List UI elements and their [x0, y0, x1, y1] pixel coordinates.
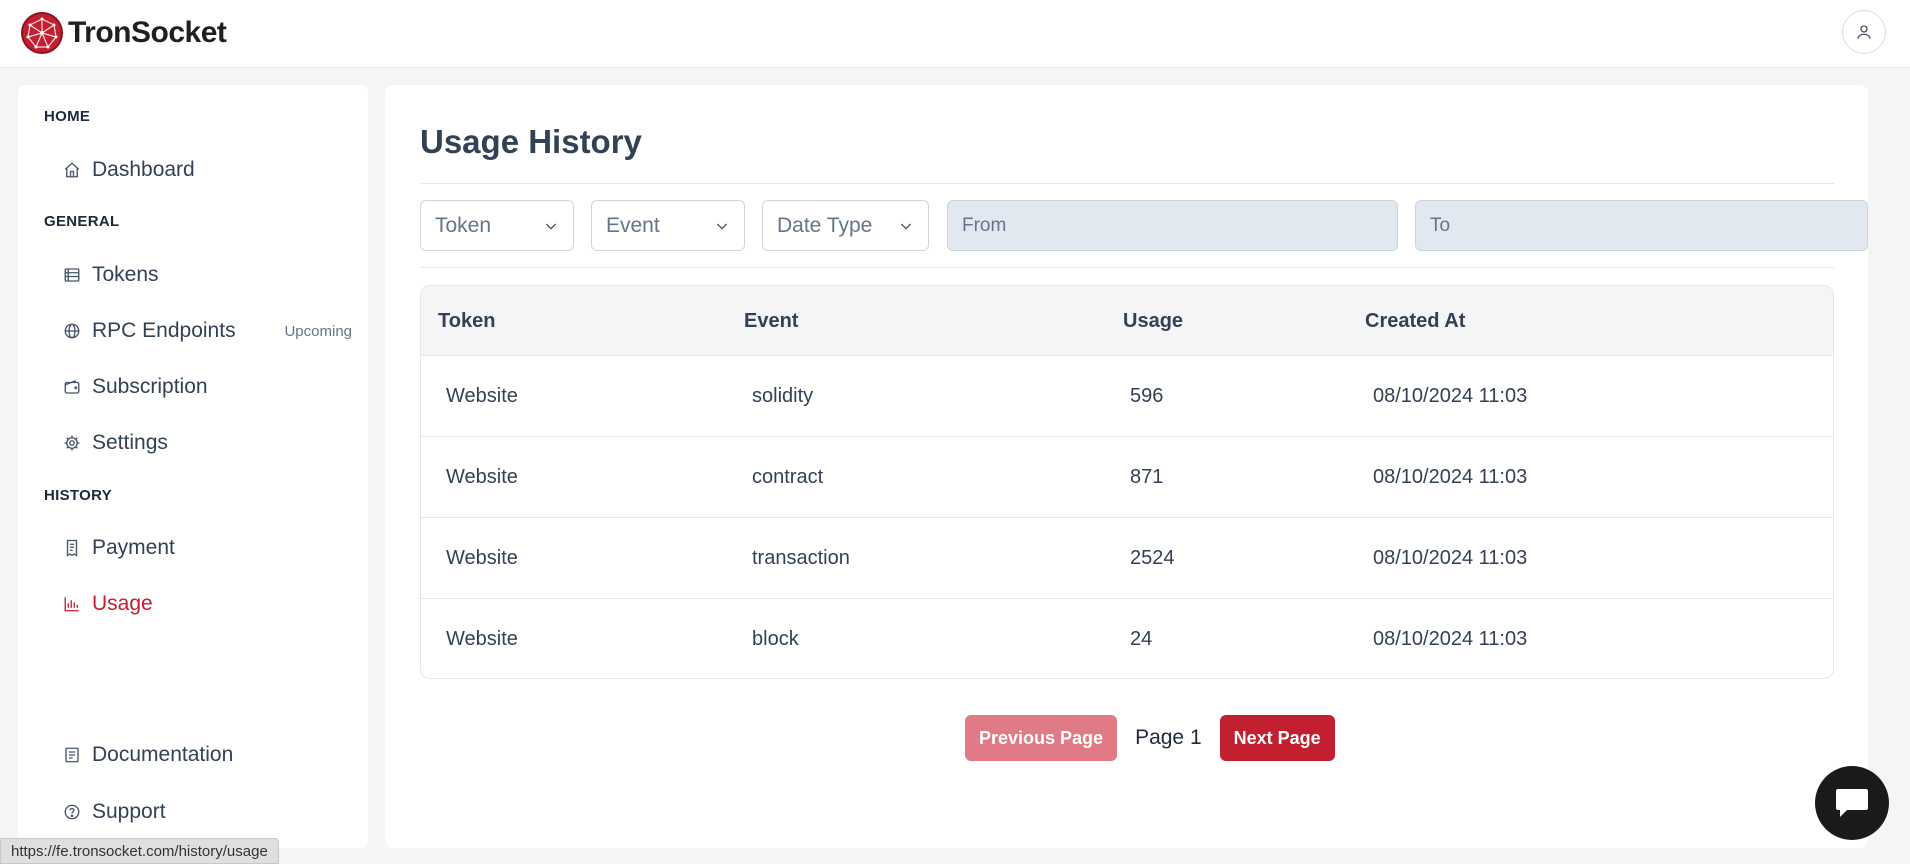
stack-icon [62, 265, 82, 285]
cell-token: Website [446, 385, 518, 407]
chevron-down-icon [545, 223, 557, 230]
divider [420, 267, 1834, 268]
select-label: Date Type [777, 213, 873, 237]
sidebar-item-label: Support [92, 800, 166, 823]
receipt-icon [62, 538, 82, 558]
cell-created-at: 08/10/2024 11:03 [1373, 385, 1528, 407]
column-header-token[interactable]: Token [438, 286, 495, 356]
to-date-input[interactable] [1415, 200, 1868, 251]
event-filter-select[interactable]: Event [591, 200, 745, 251]
main-panel: Usage History Token Event Date Type Toke… [385, 85, 1868, 848]
table-row[interactable]: Website block 24 08/10/2024 11:03 [421, 599, 1833, 678]
sidebar: HOME Dashboard GENERAL Tokens RPC Endpoi… [18, 85, 368, 848]
table-row[interactable]: Website transaction 2524 08/10/2024 11:0… [421, 518, 1833, 599]
date-type-filter-select[interactable]: Date Type [762, 200, 929, 251]
sidebar-item-dashboard[interactable]: Dashboard [62, 150, 352, 190]
help-circle-icon [62, 802, 82, 822]
sidebar-item-label: Documentation [92, 743, 234, 766]
globe-icon [62, 321, 82, 341]
brand-logo[interactable]: TronSocket [20, 11, 227, 55]
chat-bubble-icon [1836, 789, 1868, 817]
document-icon [62, 745, 82, 765]
cell-event: contract [752, 466, 824, 488]
sidebar-item-settings[interactable]: Settings [62, 423, 352, 463]
tron-logo-icon [21, 12, 63, 54]
bar-chart-icon [62, 594, 82, 614]
select-label: Token [435, 213, 492, 237]
sidebar-item-support[interactable]: Support [62, 792, 352, 832]
top-bar: TronSocket [0, 0, 1910, 68]
sidebar-item-label: Settings [92, 431, 168, 454]
section-general: GENERAL [44, 213, 120, 230]
cell-usage: 2524 [1130, 547, 1175, 569]
usage-table: Token Event Usage Created At Website sol… [420, 285, 1834, 679]
sidebar-item-label: Payment [92, 536, 175, 559]
table-header: Token Event Usage Created At [421, 286, 1833, 356]
cell-event: block [752, 628, 799, 650]
from-date-input[interactable] [947, 200, 1398, 251]
column-header-event[interactable]: Event [744, 286, 798, 356]
sidebar-item-payment[interactable]: Payment [62, 528, 352, 568]
user-menu-button[interactable] [1842, 10, 1886, 54]
home-icon [62, 160, 82, 180]
next-page-button[interactable]: Next Page [1219, 715, 1335, 761]
chevron-down-icon [716, 223, 728, 230]
sidebar-item-subscription[interactable]: Subscription [62, 367, 352, 407]
page-indicator: Page 1 [1135, 726, 1202, 749]
cell-token: Website [446, 628, 518, 650]
wallet-icon [62, 377, 82, 397]
select-label: Event [606, 213, 660, 237]
section-history: HISTORY [44, 487, 112, 504]
table-row[interactable]: Website contract 871 08/10/2024 11:03 [421, 437, 1833, 518]
cell-usage: 871 [1130, 466, 1164, 488]
column-header-usage[interactable]: Usage [1123, 286, 1183, 356]
gear-icon [62, 433, 82, 453]
sidebar-item-label: Subscription [92, 375, 208, 398]
cell-created-at: 08/10/2024 11:03 [1373, 466, 1528, 488]
divider [420, 183, 1834, 184]
sidebar-item-usage[interactable]: Usage [62, 584, 352, 624]
cell-event: transaction [752, 547, 850, 569]
upcoming-badge: Upcoming [284, 322, 352, 340]
sidebar-item-label: Usage [92, 592, 153, 615]
sidebar-item-label: Tokens [92, 263, 159, 286]
cell-token: Website [446, 547, 518, 569]
cell-token: Website [446, 466, 518, 488]
sidebar-item-documentation[interactable]: Documentation [62, 735, 352, 775]
cell-usage: 24 [1130, 628, 1153, 650]
brand-name: TronSocket [68, 16, 227, 49]
cell-event: solidity [752, 385, 814, 407]
chevron-down-icon [900, 223, 912, 230]
pagination: Previous Page Page 1 Next Page [965, 715, 1335, 761]
token-filter-select[interactable]: Token [420, 200, 574, 251]
column-header-created-at[interactable]: Created At [1365, 286, 1465, 356]
cell-usage: 596 [1130, 385, 1164, 407]
sidebar-item-tokens[interactable]: Tokens [62, 255, 352, 295]
sidebar-item-label: Dashboard [92, 158, 195, 181]
page-title: Usage History [420, 123, 642, 160]
section-home: HOME [44, 108, 91, 125]
user-icon [1857, 25, 1871, 39]
sidebar-item-label: RPC Endpoints [92, 319, 236, 342]
browser-status-url: https://fe.tronsocket.com/history/usage [0, 838, 279, 864]
cell-created-at: 08/10/2024 11:03 [1373, 547, 1528, 569]
cell-created-at: 08/10/2024 11:03 [1373, 628, 1528, 650]
previous-page-button[interactable]: Previous Page [965, 715, 1118, 761]
sidebar-item-rpc-endpoints[interactable]: RPC Endpoints Upcoming [62, 311, 352, 351]
chat-launcher-button[interactable] [1815, 766, 1889, 840]
table-row[interactable]: Website solidity 596 08/10/2024 11:03 [421, 356, 1833, 437]
